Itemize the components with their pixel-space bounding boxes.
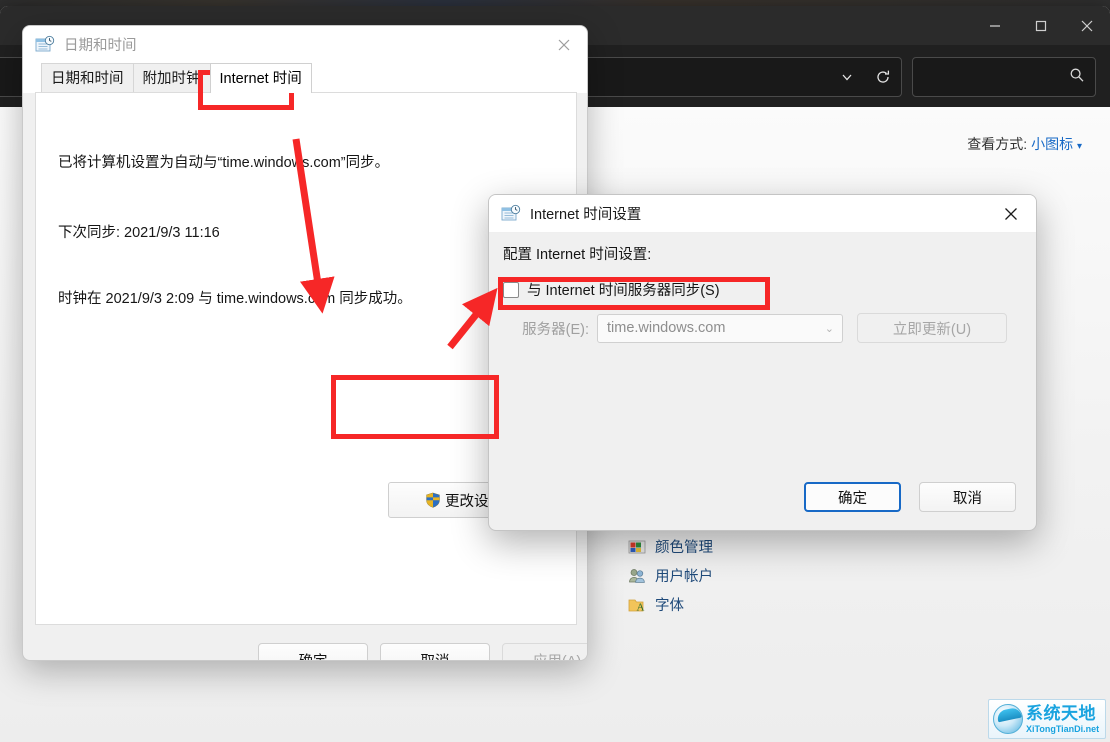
server-label: 服务器(E):: [522, 321, 589, 338]
view-by-control: 查看方式: 小图标 ▾: [967, 134, 1082, 154]
chevron-down-icon[interactable]: [829, 58, 865, 96]
list-item[interactable]: 用户帐户: [628, 561, 948, 590]
internet-time-dialog-title-bar: Internet 时间设置: [489, 195, 1036, 233]
list-item-label: 颜色管理: [655, 540, 713, 556]
apply-button: 应用(A): [502, 643, 587, 660]
list-item-label: 用户帐户: [655, 569, 713, 585]
maximize-button[interactable]: [1018, 6, 1064, 45]
refresh-icon[interactable]: [865, 58, 901, 96]
configure-description: 配置 Internet 时间设置:: [503, 247, 652, 263]
list-item[interactable]: A 字体: [628, 590, 948, 619]
last-sync-line: 时钟在 2021/9/3 2:09 与 time.windows.com 同步成…: [58, 291, 412, 307]
date-time-dialog-footer: 确定 取消 应用(A): [23, 640, 587, 660]
view-by-value[interactable]: 小图标: [1031, 136, 1073, 152]
control-panel-items-list: 颜色管理 用户帐户 A 字体: [628, 532, 948, 619]
sync-with-server-checkbox-row[interactable]: 与 Internet 时间服务器同步(S): [503, 279, 720, 300]
server-value: time.windows.com: [607, 320, 726, 336]
list-item-label: 字体: [655, 598, 684, 614]
list-item[interactable]: 颜色管理: [628, 532, 948, 561]
uac-shield-icon: [425, 492, 441, 508]
tab-internet-time[interactable]: Internet 时间: [209, 63, 312, 93]
watermark-chinese-text: 系统天地: [1026, 703, 1096, 723]
user-accounts-icon: [628, 567, 646, 585]
chevron-down-icon[interactable]: ⌄: [825, 322, 838, 335]
date-time-icon: [35, 35, 55, 55]
sync-checkbox-label: 与 Internet 时间服务器同步(S): [527, 283, 720, 299]
internet-time-dialog-title: Internet 时间设置: [530, 207, 642, 223]
watermark-url-text: XiTongTianDi.net: [1026, 723, 1100, 734]
tab-date-and-time[interactable]: 日期和时间: [41, 63, 134, 93]
chevron-down-icon[interactable]: ▾: [1077, 141, 1082, 152]
globe-icon: [993, 704, 1023, 734]
search-icon: [1069, 67, 1085, 88]
close-icon[interactable]: [986, 195, 1036, 233]
date-time-tab-strip: 日期和时间 附加时钟 Internet 时间: [23, 63, 587, 93]
view-by-label: 查看方式:: [967, 136, 1028, 152]
site-watermark: 系统天地 XiTongTianDi.net: [988, 699, 1106, 739]
date-time-icon: [501, 204, 521, 224]
svg-text:A: A: [637, 601, 645, 613]
close-icon[interactable]: [541, 26, 587, 63]
date-time-dialog-title: 日期和时间: [64, 38, 137, 54]
fonts-icon: A: [628, 596, 646, 614]
cancel-button[interactable]: 取消: [380, 643, 490, 660]
date-time-dialog-title-bar: 日期和时间: [23, 26, 587, 63]
internet-time-dialog-footer: 确定 取消: [489, 477, 1036, 530]
minimize-button[interactable]: [972, 6, 1018, 45]
internet-time-settings-dialog: Internet 时间设置 配置 Internet 时间设置: 与 Intern…: [488, 194, 1037, 531]
search-input[interactable]: [912, 57, 1096, 97]
sync-status-line: 已将计算机设置为自动与“time.windows.com”同步。: [58, 155, 390, 171]
color-management-icon: [628, 538, 646, 556]
tab-additional-clocks[interactable]: 附加时钟: [132, 63, 211, 93]
ok-button[interactable]: 确定: [258, 643, 368, 660]
sync-checkbox[interactable]: [503, 281, 519, 298]
update-now-button: 立即更新(U): [857, 313, 1007, 343]
server-combobox[interactable]: time.windows.com ⌄: [597, 313, 843, 343]
next-sync-line: 下次同步: 2021/9/3 11:16: [58, 225, 220, 241]
server-row: 服务器(E): time.windows.com ⌄ 立即更新(U): [503, 313, 1025, 343]
ok-button[interactable]: 确定: [804, 482, 901, 512]
close-button[interactable]: [1064, 6, 1110, 45]
window-controls: [972, 6, 1110, 45]
cancel-button[interactable]: 取消: [919, 482, 1016, 512]
